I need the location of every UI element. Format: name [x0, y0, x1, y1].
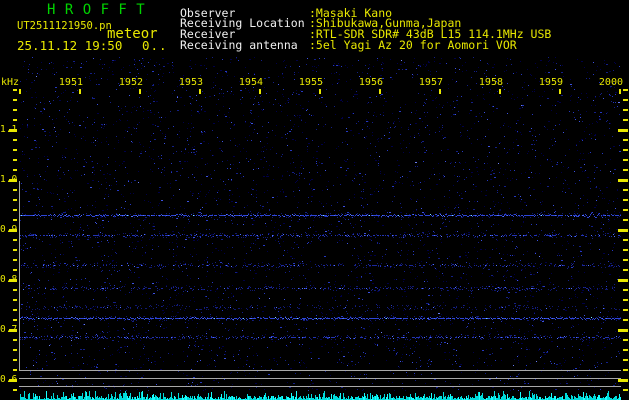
time-tick-label: 1957: [418, 77, 443, 88]
time-tick-label: 1958: [478, 77, 503, 88]
app-title: H R O F F T: [47, 2, 146, 18]
time-tick-label: 1951: [58, 77, 83, 88]
datetime-label: 25.11.12 19:50: [17, 38, 123, 53]
freq-unit-label: kHz: [1, 77, 20, 88]
output-filename: UT2511121950.pn: [17, 20, 112, 32]
freq-tick-label: 0.9: [0, 224, 18, 235]
freq-tick-label: 0.6: [0, 374, 18, 385]
time-tick-label: 1959: [538, 77, 563, 88]
freq-tick-label: 1.1: [0, 124, 18, 135]
hrofft-window: H R O F F T UT2511121950.pn meteor 25.11…: [0, 0, 629, 400]
time-tick-label: 1952: [118, 77, 143, 88]
echo-counter: 0..: [142, 38, 168, 53]
time-tick-label: 1954: [238, 77, 263, 88]
info-value: :5el Yagi Az 20 for Aomori VOR: [309, 37, 517, 52]
time-tick-label: 1956: [358, 77, 383, 88]
freq-tick-label: 0.7: [0, 324, 18, 335]
info-label: Receiving antenna: [180, 37, 298, 52]
time-tick-label: 1955: [298, 77, 323, 88]
freq-tick-label: 1.0: [0, 174, 18, 185]
spectrogram-canvas: [0, 0, 629, 400]
freq-tick-label: 0.8: [0, 274, 18, 285]
time-tick-label: 1953: [178, 77, 203, 88]
time-tick-label: 2000: [598, 77, 623, 88]
